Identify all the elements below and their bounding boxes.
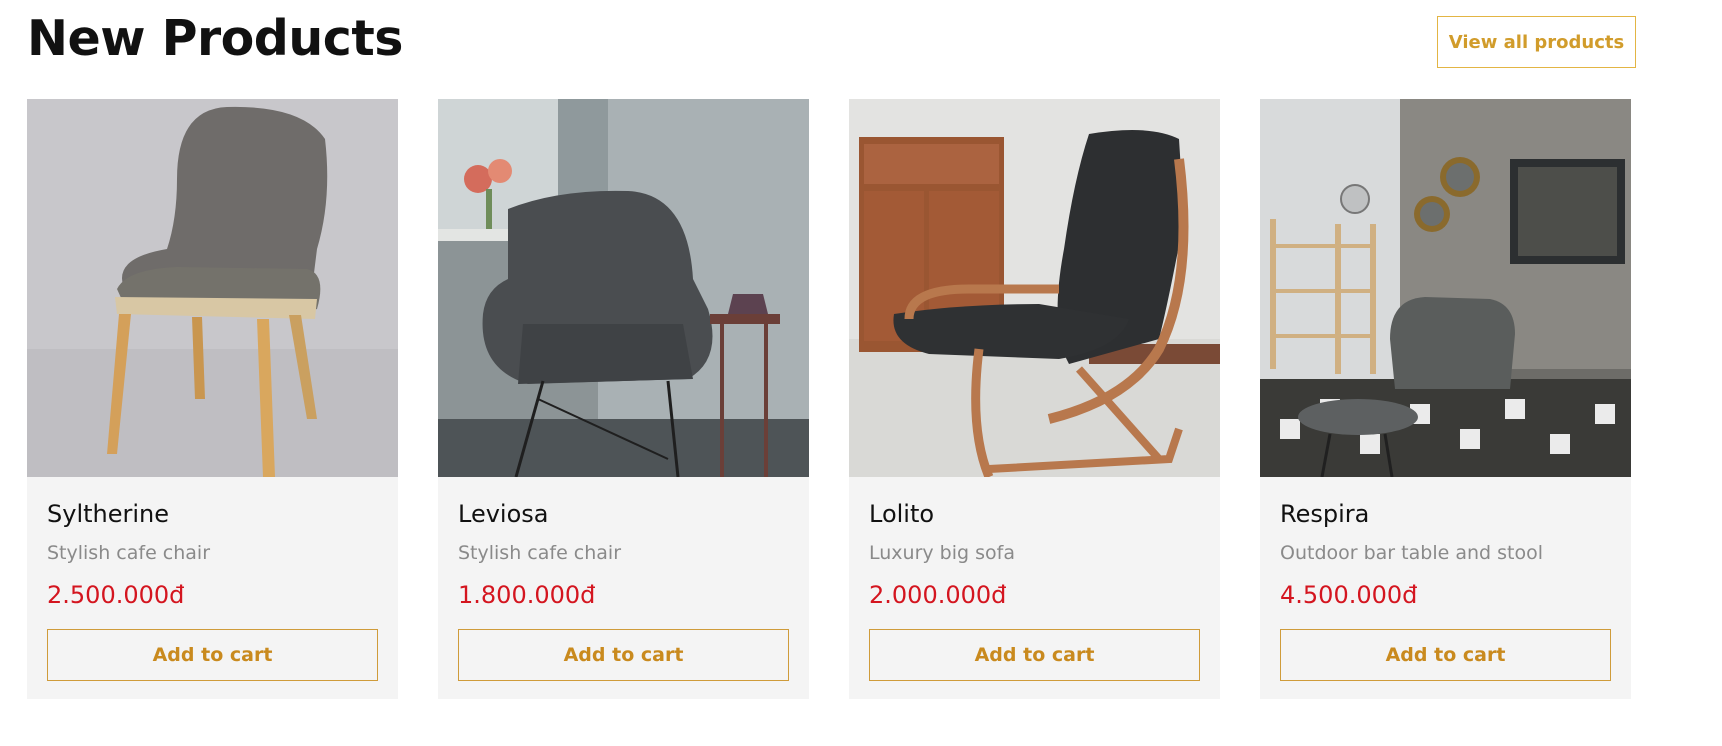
add-to-cart-button[interactable]: Add to cart <box>869 629 1200 681</box>
product-description: Stylish cafe chair <box>47 542 211 564</box>
product-price: 4.500.000đ <box>1280 581 1418 609</box>
product-card[interactable]: Syltherine Stylish cafe chair 2.500.000đ… <box>27 99 398 699</box>
product-card[interactable]: Respira Outdoor bar table and stool 4.50… <box>1260 99 1631 699</box>
product-card[interactable]: Leviosa Stylish cafe chair 1.800.000đ Ad… <box>438 99 809 699</box>
section-title: New Products <box>27 10 403 67</box>
living-room-photo-icon <box>1260 99 1631 477</box>
product-card[interactable]: Lolito Luxury big sofa 2.000.000đ Add to… <box>849 99 1220 699</box>
product-price: 2.500.000đ <box>47 581 185 609</box>
product-image[interactable] <box>1260 99 1631 477</box>
product-image[interactable] <box>27 99 398 477</box>
chair-photo-icon <box>27 99 398 477</box>
add-to-cart-button[interactable]: Add to cart <box>458 629 789 681</box>
view-all-products-button[interactable]: View all products <box>1437 16 1636 68</box>
new-products-section: New Products View all products Syltherin… <box>0 0 1722 746</box>
lounge-chair-photo-icon <box>849 99 1220 477</box>
product-name[interactable]: Syltherine <box>47 500 169 528</box>
product-name[interactable]: Leviosa <box>458 500 548 528</box>
product-grid: Syltherine Stylish cafe chair 2.500.000đ… <box>27 99 1631 699</box>
product-description: Outdoor bar table and stool <box>1280 542 1543 564</box>
product-name[interactable]: Lolito <box>869 500 934 528</box>
product-name[interactable]: Respira <box>1280 500 1369 528</box>
product-description: Luxury big sofa <box>869 542 1015 564</box>
add-to-cart-button[interactable]: Add to cart <box>47 629 378 681</box>
product-price: 1.800.000đ <box>458 581 596 609</box>
product-image[interactable] <box>438 99 809 477</box>
add-to-cart-button[interactable]: Add to cart <box>1280 629 1611 681</box>
armchair-photo-icon <box>438 99 809 477</box>
product-description: Stylish cafe chair <box>458 542 622 564</box>
product-image[interactable] <box>849 99 1220 477</box>
product-price: 2.000.000đ <box>869 581 1007 609</box>
